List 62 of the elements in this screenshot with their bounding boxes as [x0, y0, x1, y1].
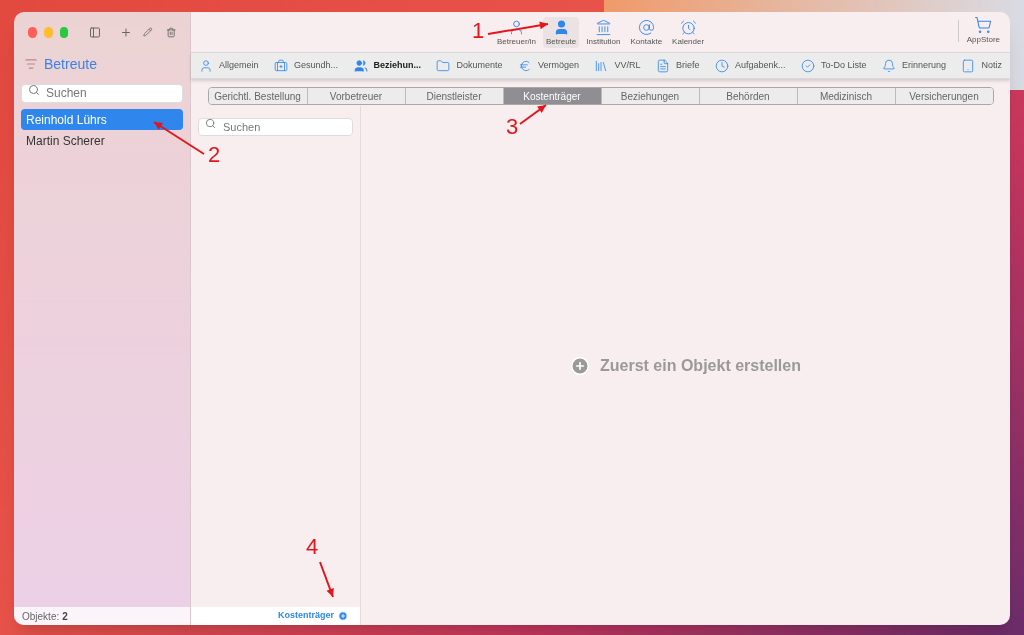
toolbar-button[interactable]: Kalender	[669, 16, 708, 48]
note-icon	[961, 58, 976, 73]
app-store-button[interactable]: AppStore	[966, 16, 1000, 46]
segment-tab[interactable]: Vorbetreuer	[306, 88, 405, 104]
toolbar-button[interactable]: Kontakte	[627, 16, 666, 48]
annotation-number: 1	[472, 20, 485, 42]
annotation-number: 4	[306, 536, 319, 558]
euro-icon	[518, 58, 532, 73]
toolbar-button[interactable]: Betreute	[543, 16, 580, 48]
bell-icon	[881, 58, 896, 73]
tab[interactable]: Aufgabenk...	[714, 58, 786, 73]
filter-icon[interactable]	[24, 57, 38, 71]
annotation-number: 2	[208, 144, 221, 166]
tab[interactable]: Vermögen	[518, 58, 579, 73]
segment-tab[interactable]: Versicherungen	[894, 88, 993, 104]
check-circle-icon	[800, 58, 815, 73]
segment-tab[interactable]: Dienstleister	[404, 88, 503, 104]
tab[interactable]: Gesundh...	[274, 58, 339, 73]
sidebar-toggle-icon[interactable]	[89, 24, 102, 40]
books-icon	[594, 58, 609, 73]
alarm-clock-icon	[679, 18, 697, 36]
cart-icon	[974, 16, 993, 34]
at-sign-icon	[637, 18, 655, 36]
tab[interactable]: Allgemein	[199, 58, 259, 73]
object-count: 2	[62, 609, 68, 624]
segment-tab[interactable]: Gerichtl. Bestellung	[208, 88, 307, 104]
annotation-number: 3	[506, 116, 519, 138]
plus-circle-icon	[338, 611, 348, 621]
person-icon	[199, 58, 213, 73]
toolbar-button[interactable]: Betreuer/in	[493, 16, 539, 48]
plus-circle-icon	[570, 355, 590, 376]
object-count-label: Objekte:	[22, 609, 60, 624]
tab[interactable]: Erinnerung	[881, 58, 946, 73]
document-icon	[655, 58, 670, 73]
tab[interactable]: Notiz	[961, 58, 1002, 73]
delete-icon[interactable]	[165, 25, 176, 39]
tab[interactable]: VV/RL	[594, 58, 641, 73]
tab[interactable]: To-Do Liste	[800, 58, 867, 73]
people-icon	[353, 58, 368, 73]
tab[interactable]: Dokumente	[436, 58, 503, 73]
folder-icon	[436, 58, 451, 73]
search-icon	[28, 84, 40, 96]
medical-case-icon	[274, 58, 288, 73]
close-window-button[interactable]	[28, 26, 37, 38]
segment-tab[interactable]: Behörden	[698, 88, 797, 104]
sidebar-item[interactable]: Martin Scherer	[21, 130, 183, 151]
segment-tab[interactable]: Medizinisch	[796, 88, 895, 104]
empty-state-message: Zuerst ein Objekt erstellen	[600, 355, 801, 376]
edit-icon[interactable]	[143, 26, 153, 38]
search-field[interactable]: Suchen	[198, 118, 353, 136]
bank-icon	[594, 18, 612, 36]
search-field[interactable]: Suchen	[21, 83, 183, 103]
search-icon	[205, 118, 216, 129]
tab[interactable]: Beziehun...	[353, 58, 421, 73]
sidebar-item[interactable]: Reinhold Lührs	[21, 109, 183, 130]
toolbar-button[interactable]: Institution	[583, 16, 624, 48]
clock-icon	[714, 58, 729, 73]
segment-tab[interactable]: Beziehungen	[600, 88, 699, 104]
minimize-window-button[interactable]	[43, 26, 53, 38]
tab[interactable]: Briefe	[655, 58, 700, 73]
zoom-window-button[interactable]	[59, 26, 69, 38]
sidebar-title: Betreute	[44, 54, 97, 74]
